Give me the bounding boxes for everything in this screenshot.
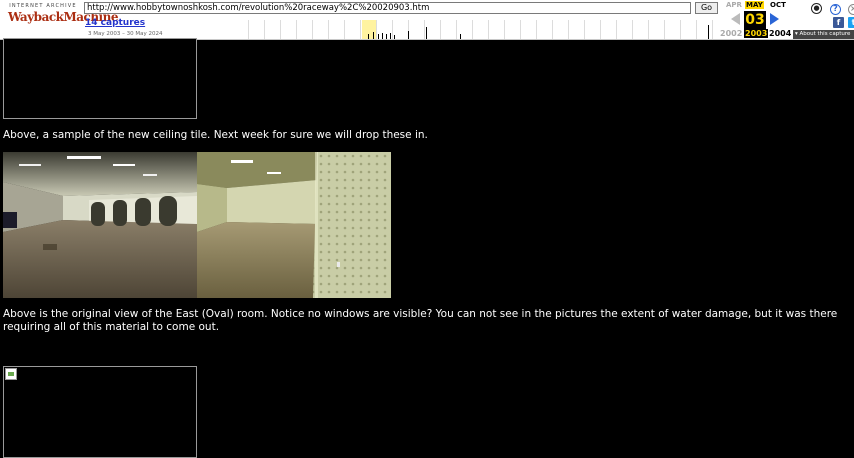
- sparkline-year-cell: [328, 20, 329, 39]
- capture-tick: [386, 34, 387, 39]
- sparkline-year-cell: [360, 20, 361, 39]
- capture-tick: [390, 33, 391, 39]
- sparkline-year-cell: [344, 20, 345, 39]
- sparkline-year-cell: [712, 20, 713, 39]
- capture-tick: [460, 34, 461, 39]
- capture-tick: [394, 35, 395, 39]
- capture-tick: [708, 25, 709, 39]
- sparkline-year-cell: [264, 20, 265, 39]
- sparkline-year-cell: [680, 20, 681, 39]
- user-icon[interactable]: ●: [811, 3, 822, 14]
- wayback-toolbar: INTERNET ARCHIVE WaybackMachine http://w…: [0, 0, 854, 40]
- sparkline-year-cell: [648, 20, 649, 39]
- sparkline-year-cell: [584, 20, 585, 39]
- next-month-label[interactable]: OCT: [770, 1, 786, 9]
- next-year-label[interactable]: 2004: [769, 29, 791, 38]
- facebook-icon[interactable]: f: [833, 17, 844, 28]
- missing-image-frame-bottom: [3, 366, 197, 458]
- sparkline-year-cell: [632, 20, 633, 39]
- logo-wayback-machine: WaybackMachine: [8, 10, 118, 24]
- sparkline-year-cell: [520, 20, 521, 39]
- sparkline-year-cell: [664, 20, 665, 39]
- photo-east-room-right-image: [197, 152, 391, 298]
- photo-east-room-left: [3, 152, 197, 298]
- sparkline-year-cell: [456, 20, 457, 39]
- url-input[interactable]: http://www.hobbytownoshkosh.com/revoluti…: [84, 2, 691, 14]
- capture-tick: [373, 32, 374, 39]
- sparkline-year-cell: [376, 20, 377, 39]
- photo-east-room-right: [197, 152, 391, 298]
- close-icon[interactable]: ×: [848, 4, 854, 15]
- current-day: 03: [744, 11, 766, 30]
- twitter-icon[interactable]: t: [848, 17, 854, 28]
- sparkline-year-cell: [472, 20, 473, 39]
- sparkline-year-cell: [248, 20, 249, 39]
- sparkline-year-cell: [312, 20, 313, 39]
- capture-sparkline[interactable]: [248, 20, 720, 39]
- caption-east-room: Above is the original view of the East (…: [3, 308, 838, 333]
- missing-image-frame-top: [3, 38, 197, 119]
- sparkline-year-cell: [392, 20, 393, 39]
- current-year-label: 2003: [744, 29, 769, 38]
- captures-link[interactable]: 14 captures: [85, 18, 145, 28]
- sparkline-year-cell: [696, 20, 697, 39]
- sparkline-year-cell: [488, 20, 489, 39]
- sparkline-current-year-highlight: [362, 20, 377, 39]
- sparkline-year-cell: [600, 20, 601, 39]
- go-button[interactable]: Go: [695, 2, 718, 14]
- current-month-label: MAY: [745, 1, 764, 9]
- about-capture-button[interactable]: ▾ About this capture: [793, 30, 854, 39]
- about-capture-label: About this capture: [799, 31, 851, 37]
- capture-tick: [408, 31, 409, 39]
- capture-tick: [382, 33, 383, 39]
- sparkline-year-cell: [536, 20, 537, 39]
- caption-ceiling-tile: Above, a sample of the new ceiling tile.…: [3, 129, 428, 141]
- sparkline-year-cell: [616, 20, 617, 39]
- prev-capture-arrow-icon[interactable]: [731, 13, 740, 25]
- wayback-logo[interactable]: INTERNET ARCHIVE WaybackMachine: [8, 3, 118, 33]
- sparkline-year-cell: [568, 20, 569, 39]
- sparkline-year-cell: [504, 20, 505, 39]
- capture-tick: [426, 27, 427, 39]
- capture-tick: [378, 34, 379, 39]
- sparkline-year-cell: [424, 20, 425, 39]
- capture-date-range: 3 May 2003 – 30 May 2024: [88, 31, 163, 37]
- capture-tick: [368, 34, 369, 39]
- prev-month-label[interactable]: APR: [726, 1, 742, 9]
- sparkline-year-cell: [296, 20, 297, 39]
- logo-internet-archive: INTERNET ARCHIVE: [9, 3, 77, 9]
- sparkline-year-cell: [552, 20, 553, 39]
- next-capture-arrow-icon[interactable]: [770, 13, 779, 25]
- sparkline-year-cell: [440, 20, 441, 39]
- sparkline-year-cell: [280, 20, 281, 39]
- help-icon[interactable]: ?: [830, 4, 841, 15]
- prev-year-label[interactable]: 2002: [720, 29, 742, 38]
- broken-image-icon: [5, 368, 17, 380]
- photo-east-room-left-image: [3, 152, 197, 298]
